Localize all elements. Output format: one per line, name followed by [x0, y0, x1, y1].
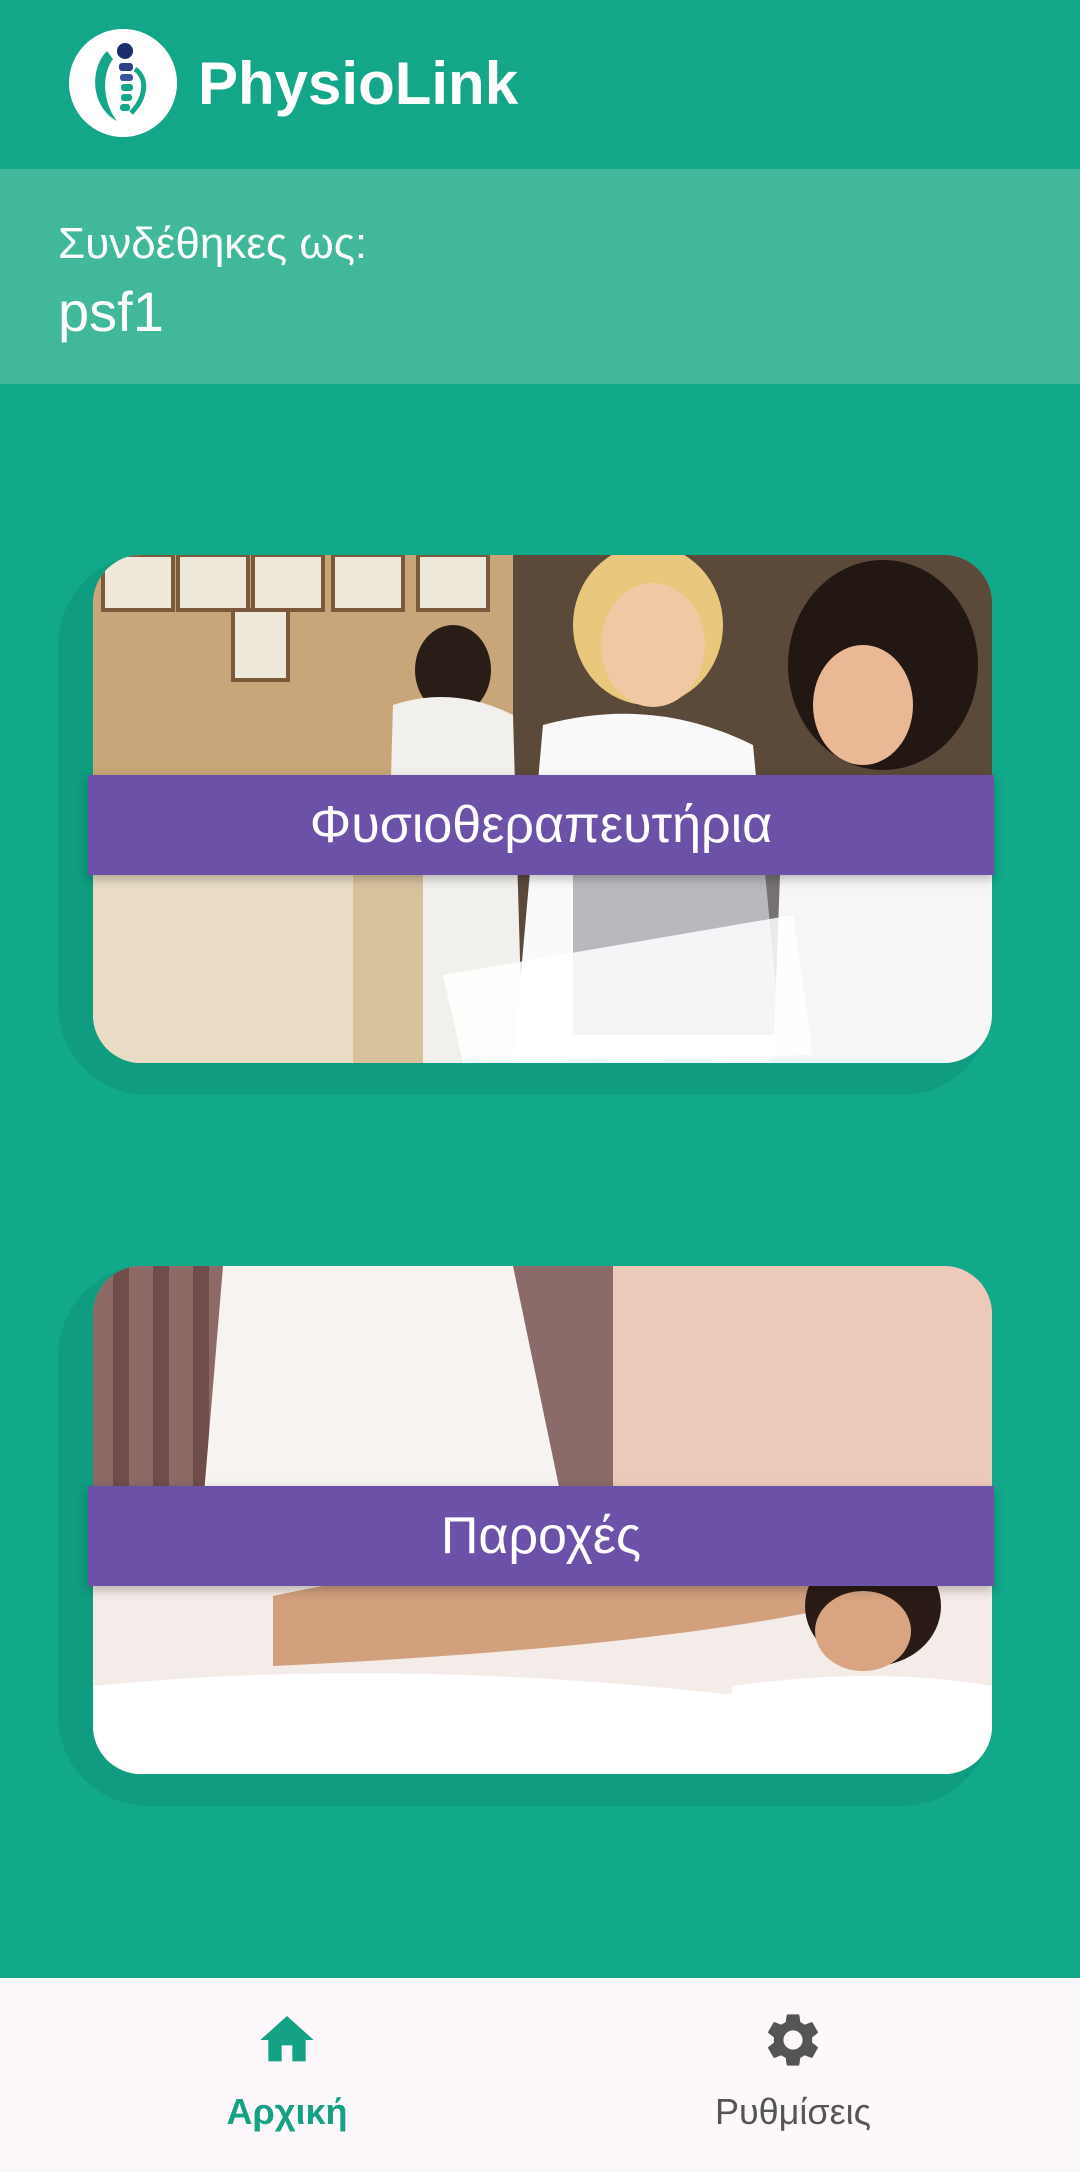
nav-home-label: Αρχική [226, 2091, 348, 2132]
nav-settings-label: Ρυθμίσεις [714, 2091, 872, 2132]
bottom-navigation: Αρχική Ρυθμίσεις [0, 1978, 1080, 2172]
clinics-label: Φυσιοθεραπευτήρια [88, 775, 994, 875]
nav-home[interactable]: Αρχική [17, 1978, 557, 2172]
spine-logo-icon [69, 29, 177, 137]
gear-icon [761, 2008, 825, 2072]
services-card[interactable]: Παροχές [58, 1266, 994, 1806]
username: psf1 [58, 280, 164, 343]
clinics-card[interactable]: Φυσιοθεραπευτήρια [58, 555, 994, 1095]
logged-in-label: Συνδέθηκες ως: [58, 219, 368, 268]
home-icon [255, 2008, 319, 2072]
services-label: Παροχές [88, 1486, 994, 1586]
user-panel: Συνδέθηκες ως: psf1 [0, 169, 1080, 384]
app-title: PhysioLink [198, 50, 519, 117]
nav-settings[interactable]: Ρυθμίσεις [523, 1978, 1063, 2172]
app-bar: PhysioLink [0, 0, 1080, 168]
